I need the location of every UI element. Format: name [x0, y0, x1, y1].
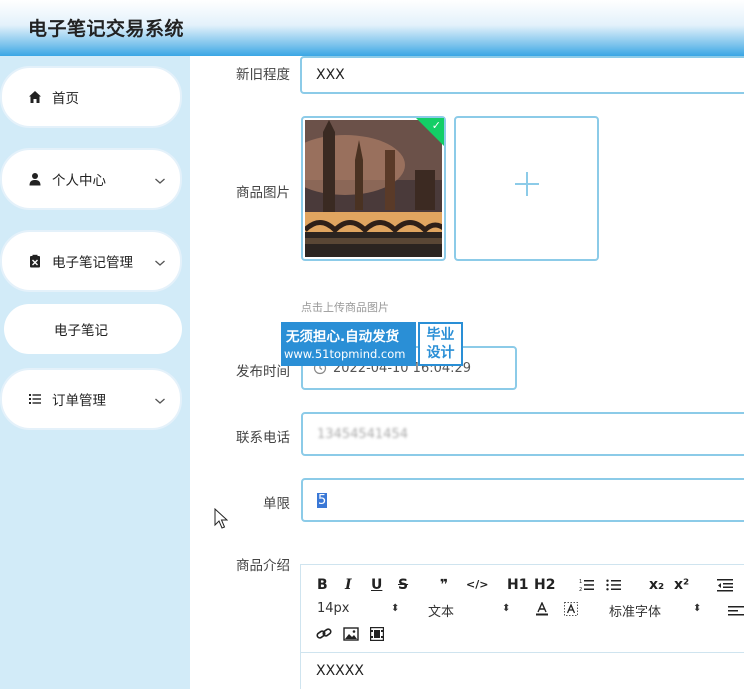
chevron-down-icon: [154, 394, 166, 404]
watermark-badge-line2: 设计: [426, 345, 455, 361]
watermark-badge: 毕业 设计: [418, 322, 463, 366]
phone-input[interactable]: 13454541454: [301, 412, 744, 456]
limit-input[interactable]: 5: [301, 478, 744, 522]
image-icon[interactable]: [343, 626, 359, 645]
sidebar-item-label: 电子笔记管理: [52, 255, 133, 271]
main-content: 新旧程度 XXX 商品图片 ✓ 点击上传商品图片 发布时间 2022-04-10…: [190, 56, 744, 689]
sidebar-item-label: 订单管理: [52, 393, 106, 409]
rich-text-editor[interactable]: B I U S ❞ </> H1 H2 12 x₂ x² 14px ⬍ 文本 ⬍: [300, 564, 744, 689]
sidebar: 首页 个人中心 电子笔记管理 电子笔记 订单管理: [0, 56, 190, 689]
watermark-line1: 无须担心.自动发货: [286, 329, 400, 345]
blockquote-button[interactable]: ❞: [440, 577, 448, 593]
phone-label: 联系电话: [236, 430, 290, 446]
image-label: 商品图片: [236, 185, 290, 201]
updown-arrow-icon: ⬍: [502, 603, 511, 614]
svg-text:2: 2: [579, 587, 582, 592]
sidebar-item-personal-center[interactable]: 个人中心: [0, 148, 182, 210]
intro-label: 商品介绍: [236, 558, 290, 574]
bold-button[interactable]: B: [317, 577, 328, 593]
sidebar-item-home[interactable]: 首页: [0, 66, 182, 128]
sidebar-item-orders[interactable]: 订单管理: [0, 368, 182, 430]
condition-input[interactable]: XXX: [300, 56, 744, 94]
chevron-down-icon: [154, 256, 166, 266]
watermark-banner: 无须担心.自动发货 www.51topmind.com: [281, 322, 416, 366]
svg-text:1: 1: [579, 579, 582, 585]
header2-button[interactable]: H2: [534, 577, 555, 593]
chevron-down-icon: [154, 174, 166, 184]
clipboard-icon: [28, 254, 42, 268]
background-color-icon[interactable]: [564, 601, 578, 620]
watermark-line2: www.51topmind.com: [284, 347, 406, 361]
top-bar: 电子笔记交易系统: [0, 0, 744, 56]
superscript-button[interactable]: x²: [674, 577, 689, 593]
watermark: 无须担心.自动发货 www.51topmind.com 毕业 设计: [281, 322, 463, 366]
editor-toolbar: B I U S ❞ </> H1 H2 12 x₂ x² 14px ⬍ 文本 ⬍: [301, 565, 744, 653]
sidebar-item-label: 电子笔记: [54, 323, 108, 339]
condition-label: 新旧程度: [236, 67, 290, 83]
align-icon[interactable]: [728, 602, 744, 621]
italic-button[interactable]: I: [345, 577, 352, 593]
strike-button[interactable]: S: [398, 577, 408, 593]
uploaded-image[interactable]: ✓: [301, 116, 446, 261]
upload-hint: 点击上传商品图片: [301, 301, 389, 314]
bullet-list-icon[interactable]: [606, 577, 622, 596]
user-icon: [28, 172, 42, 186]
outdent-icon[interactable]: [717, 577, 733, 596]
app-title: 电子笔记交易系统: [28, 18, 185, 40]
phone-value: 13454541454: [317, 426, 408, 442]
upload-add-button[interactable]: [454, 116, 599, 261]
font-family-select[interactable]: 标准字体: [609, 601, 661, 620]
list-icon: [28, 392, 42, 406]
mouse-cursor-icon: [214, 507, 229, 534]
home-icon: [28, 90, 42, 104]
video-icon[interactable]: [369, 626, 385, 645]
header1-button[interactable]: H1: [507, 577, 528, 593]
limit-label: 单限: [263, 496, 290, 512]
editor-content[interactable]: XXXXX: [316, 663, 364, 679]
font-size-select[interactable]: 14px: [317, 601, 350, 616]
check-icon: ✓: [431, 119, 441, 132]
updown-arrow-icon: ⬍: [693, 603, 702, 614]
watermark-badge-line1: 毕业: [426, 327, 455, 343]
updown-arrow-icon: ⬍: [391, 603, 400, 614]
underline-button[interactable]: U: [371, 577, 382, 593]
sidebar-item-label: 首页: [52, 91, 79, 107]
sidebar-subitem-notes[interactable]: 电子笔记: [4, 304, 182, 354]
code-block-button[interactable]: </>: [466, 578, 488, 591]
sidebar-item-notes-management[interactable]: 电子笔记管理: [0, 230, 182, 292]
limit-value: 5: [317, 492, 328, 508]
font-color-icon[interactable]: [535, 601, 549, 620]
link-icon[interactable]: [316, 626, 332, 645]
sidebar-item-label: 个人中心: [52, 173, 106, 189]
plus-icon: [514, 171, 540, 201]
subscript-button[interactable]: x₂: [649, 577, 664, 593]
text-style-select[interactable]: 文本: [428, 601, 454, 620]
ordered-list-icon[interactable]: 12: [579, 577, 595, 596]
